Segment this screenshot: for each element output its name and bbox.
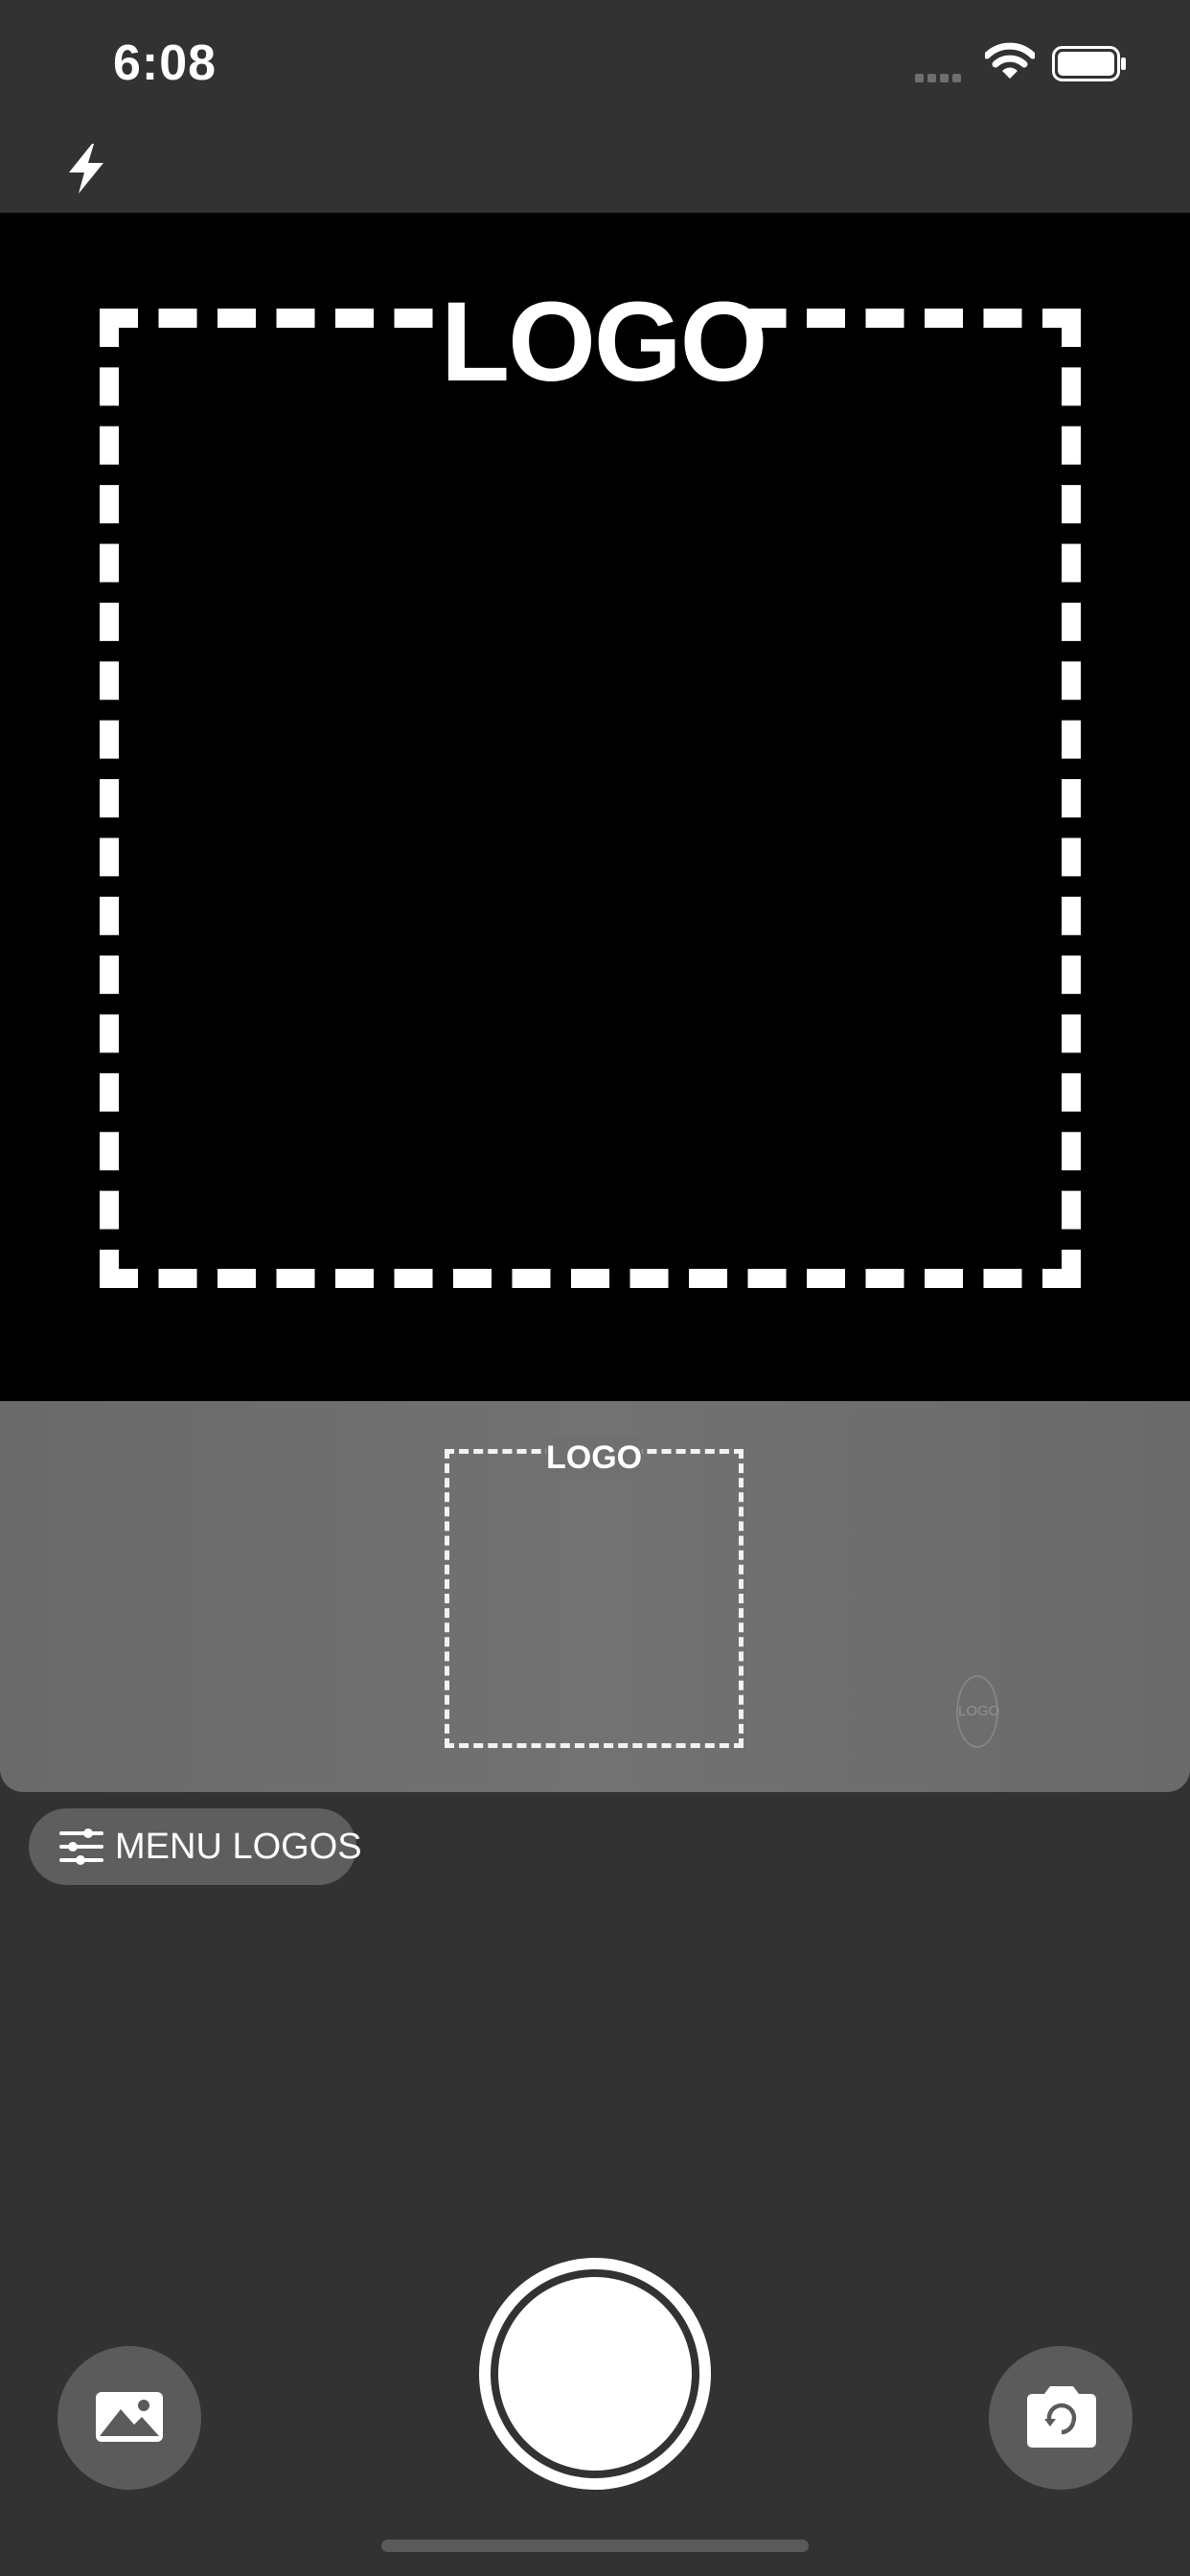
logo-overlay-label: LOGO (441, 279, 767, 405)
home-indicator (381, 2540, 809, 2552)
sliders-icon (59, 1828, 103, 1865)
logo-guide-frame (100, 309, 1081, 1288)
flash-icon[interactable] (59, 142, 113, 196)
template-thumbnail-selected[interactable] (445, 1449, 744, 1748)
template-thumbnail-logo[interactable]: LOGO (956, 1675, 999, 1748)
shutter-core[interactable] (498, 2277, 692, 2471)
status-time: 6:08 (113, 35, 217, 91)
template-thumbnail-label: LOGO (546, 1438, 643, 1478)
wifi-icon (985, 42, 1035, 79)
flip-camera-icon (1027, 2386, 1096, 2448)
gallery-icon (96, 2392, 163, 2442)
battery-icon (1052, 46, 1126, 81)
menu-logos-label: MENU LOGOS (115, 1827, 362, 1867)
cellular-signal-icon (915, 70, 965, 87)
